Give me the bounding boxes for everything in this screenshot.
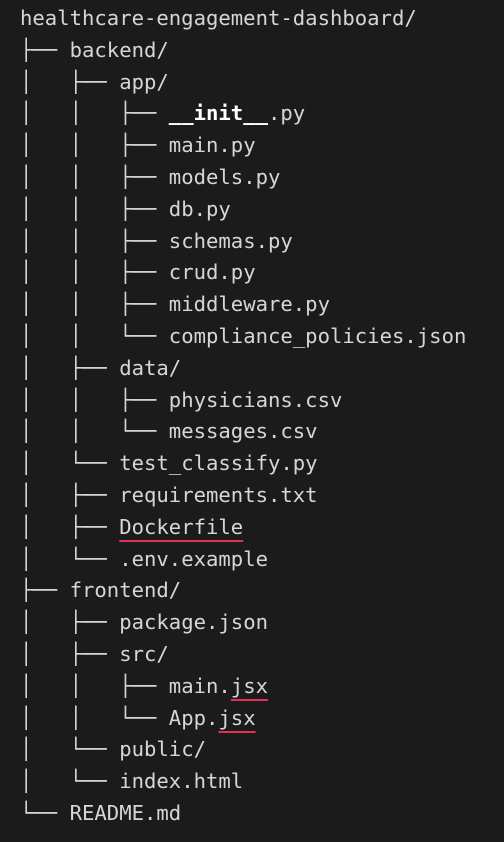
tree-entry: │ │ ├── db.py [20, 193, 231, 225]
tree-branch: ├── [20, 578, 70, 603]
tree-branch: │ │ ├── [20, 260, 169, 285]
tree-branch: │ │ └── [20, 705, 169, 730]
tree-entry: │ │ ├── physicians.csv [20, 384, 342, 416]
tree-branch: │ │ └── [20, 324, 169, 348]
entry-name: messages.csv [168, 419, 318, 444]
tree-entry: │ ├── src/ [20, 638, 169, 670]
tree-entry: │ │ ├── __init__.py [20, 97, 305, 129]
tree-root: healthcare-engagement-dashboard/ [20, 2, 417, 34]
entry-name: main.py [168, 133, 256, 158]
tree-branch: └── [20, 801, 70, 825]
tree-branch: │ ├── [20, 514, 120, 539]
tree-entry: │ └── test_classify.py [20, 447, 318, 479]
tree-entry: │ ├── app/ [20, 66, 169, 98]
entry-name: .env.example [119, 546, 268, 571]
tree-entry: │ │ └── compliance_policies.json [20, 320, 466, 352]
entry-name: frontend/ [69, 578, 182, 603]
tree-entry: │ │ └── App.jsx [20, 702, 256, 734]
entry-name: .py [268, 101, 306, 126]
entry-name: app/ [119, 69, 169, 94]
tree-branch: │ │ ├── [20, 673, 169, 698]
tree-branch: │ │ ├── [20, 165, 169, 189]
tree-branch: │ └── [20, 737, 120, 762]
tree-branch: │ ├── [20, 483, 120, 507]
entry-name: physicians.csv [168, 387, 343, 412]
spellcheck-flagged-text: jsx [218, 705, 256, 730]
entry-name: index.html [119, 769, 244, 794]
entry-name: public/ [119, 737, 206, 762]
tree-entry: │ │ ├── crud.py [20, 256, 256, 288]
tree-branch: │ ├── [20, 355, 120, 380]
tree-entry: │ │ ├── schemas.py [20, 225, 293, 257]
entry-name: middleware.py [168, 292, 330, 317]
tree-entry: │ └── .env.example [20, 543, 268, 575]
entry-name: healthcare-engagement-dashboard/ [20, 6, 417, 30]
entry-name: compliance_policies.json [168, 324, 467, 348]
tree-branch: │ │ ├── [20, 387, 169, 412]
entry-name: crud.py [168, 260, 256, 285]
tree-entry: ├── frontend/ [20, 574, 181, 606]
tree-entry: │ └── index.html [20, 765, 243, 797]
entry-name: package.json [119, 610, 268, 635]
entry-name: __init__ [168, 101, 268, 126]
entry-name: README.md [69, 801, 182, 825]
entry-name: App. [168, 705, 219, 730]
entry-name: db.py [168, 196, 231, 221]
tree-branch: │ └── [20, 769, 120, 794]
tree-branch: │ │ ├── [20, 292, 169, 317]
tree-entry: │ ├── package.json [20, 606, 268, 638]
tree-entry: │ │ └── messages.csv [20, 415, 318, 447]
entry-name: models.py [168, 165, 281, 189]
tree-branch: │ ├── [20, 610, 120, 635]
entry-name: src/ [119, 642, 169, 666]
tree-entry: └── README.md [20, 797, 181, 829]
entry-name: data/ [119, 355, 182, 380]
spellcheck-flagged-text: jsx [230, 673, 268, 698]
tree-branch: │ │ ├── [20, 196, 169, 221]
tree-entry: │ │ ├── middleware.py [20, 288, 330, 320]
tree-branch: │ │ ├── [20, 133, 169, 158]
tree-entry: │ │ ├── models.py [20, 161, 280, 193]
tree-branch: │ └── [20, 546, 120, 571]
tree-entry: │ ├── data/ [20, 352, 181, 384]
tree-entry: ├── backend/ [20, 34, 169, 66]
tree-branch: │ │ ├── [20, 101, 169, 126]
tree-entry: │ ├── Dockerfile [20, 511, 243, 543]
tree-branch: │ ├── [20, 642, 120, 666]
tree-entry: │ └── public/ [20, 733, 206, 765]
terminal-window: healthcare-engagement-dashboard/ ├── back… [0, 0, 504, 842]
tree-entry: │ │ ├── main.jsx [20, 670, 268, 702]
tree-branch: ├── [20, 37, 70, 62]
tree-branch: │ │ └── [20, 419, 169, 444]
tree-branch: │ ├── [20, 69, 120, 94]
tree-branch: │ └── [20, 451, 120, 476]
tree-entry: │ │ ├── main.py [20, 129, 256, 161]
spellcheck-flagged-text: Dockerfile [119, 514, 244, 539]
entry-name: schemas.py [168, 228, 293, 253]
entry-name: requirements.txt [119, 483, 318, 507]
entry-name: backend/ [69, 37, 169, 62]
tree-branch: │ │ ├── [20, 228, 169, 253]
entry-name: main. [168, 673, 231, 698]
entry-name: test_classify.py [119, 451, 318, 476]
tree-entry: │ ├── requirements.txt [20, 479, 318, 511]
